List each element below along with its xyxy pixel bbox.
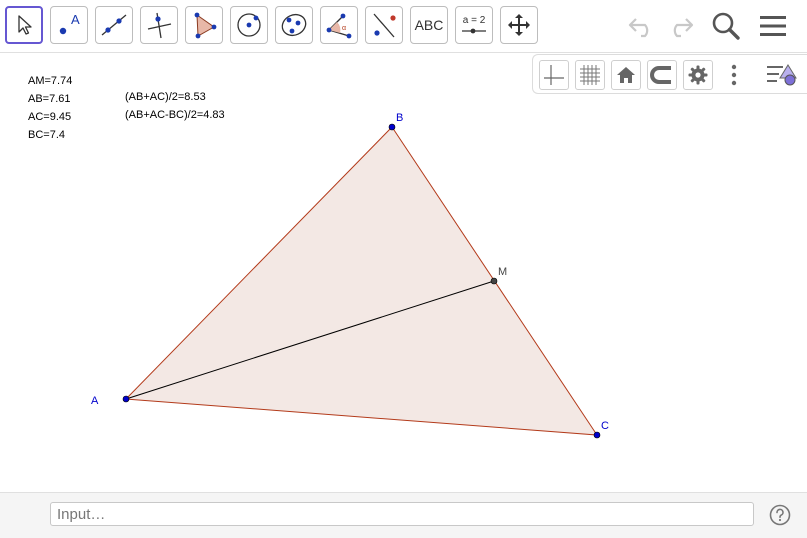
circle-icon [237,13,261,37]
move-arrows-icon [508,14,530,36]
undo-button[interactable] [624,8,660,44]
measurement-ab[interactable]: AB=7.61 [28,92,71,106]
undo-icon [628,18,649,38]
points-layer: A B C M [91,112,609,439]
redo-button[interactable] [662,8,698,44]
menu-icon [760,16,786,36]
point-c[interactable] [593,431,601,439]
cursor-arrow-icon [18,15,32,35]
segment-am[interactable] [125,280,495,400]
graphics-settings-button[interactable] [683,60,713,90]
perpendicular-line-tool-button[interactable] [140,6,178,44]
measurement-ac[interactable]: AC=9.45 [28,110,71,124]
toolbar: A α ABC a = 2 [0,0,807,53]
perpendicular-line-icon [147,12,172,39]
axes-icon [544,65,564,85]
show-grid-button[interactable] [575,60,605,90]
more-options-button[interactable] [719,60,749,90]
search-icon [712,12,740,40]
main-menu-button[interactable] [755,8,791,44]
settings-icon [688,65,708,85]
svg-text:α: α [342,25,346,32]
more-options-icon [731,64,737,86]
measurement-ab-ac-minus-bc-half[interactable]: (AB+AC-BC)/2=4.83 [125,108,225,122]
line-icon [101,14,127,36]
grid-icon [580,65,600,85]
point-capturing-button[interactable] [647,60,677,90]
circle-tool-button[interactable] [230,6,268,44]
point-a[interactable] [122,395,130,403]
input-bar [0,492,807,538]
point-tool-label: A [71,12,80,27]
graphics-style-bar [532,54,807,94]
reflect-tool-button[interactable] [365,6,403,44]
text-tool-button[interactable]: ABC [410,6,448,44]
point-icon: A [59,12,80,35]
style-bar-toggle-icon [767,64,797,86]
home-icon [617,67,635,83]
angle-icon: α [326,13,352,39]
polygon-icon [194,12,217,39]
reflect-about-line-icon [373,13,396,38]
toggle-style-bar-button[interactable] [765,60,801,90]
angle-tool-button[interactable]: α [320,6,358,44]
ellipse-icon [281,13,307,37]
conic-tool-button[interactable] [275,6,313,44]
text-tool-label: ABC [414,17,444,33]
move-graphics-view-tool-button[interactable] [500,6,538,44]
standard-view-button[interactable] [611,60,641,90]
point-m[interactable] [490,277,498,285]
point-b[interactable] [388,123,396,131]
move-tool-button[interactable] [5,6,43,44]
search-button[interactable] [708,8,744,44]
slider-tool-label: a = 2 [463,15,486,26]
measurement-bc[interactable]: BC=7.4 [28,128,65,142]
redo-icon [673,18,694,38]
measurement-half-perimeter-ab-ac[interactable]: (AB+AC)/2=8.53 [125,90,206,104]
show-axes-button[interactable] [539,60,569,90]
line-tool-button[interactable] [95,6,133,44]
point-tool-button[interactable]: A [50,6,88,44]
algebra-input-field[interactable] [50,502,754,526]
slider-icon: a = 2 [462,15,486,34]
point-label-a[interactable]: A [91,395,99,407]
point-label-b[interactable]: B [396,112,403,124]
slider-tool-button[interactable]: a = 2 [455,6,493,44]
point-capturing-icon [650,66,671,84]
help-icon[interactable] [769,504,791,526]
point-label-m[interactable]: M [498,266,507,278]
measurement-am[interactable]: AM=7.74 [28,74,72,88]
polygon-tool-button[interactable] [185,6,223,44]
point-label-c[interactable]: C [601,420,609,432]
triangle-abc[interactable] [124,126,598,436]
